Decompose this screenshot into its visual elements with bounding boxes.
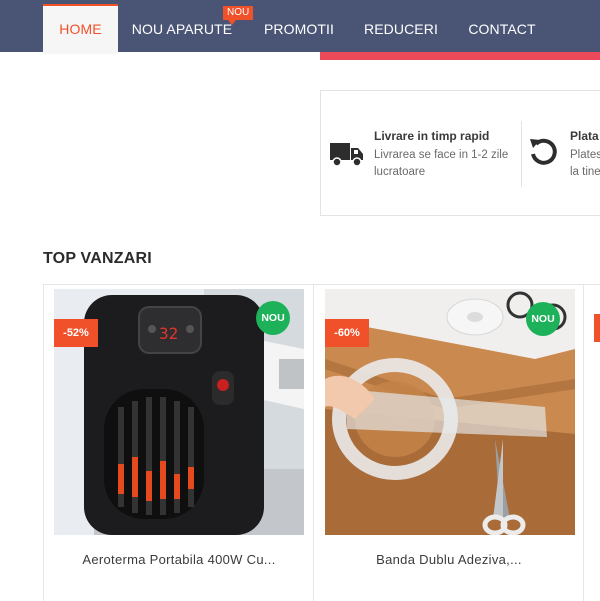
main-navigation: HOME NOU APARUTE PROMOTII REDUCERI CONTA… [0, 0, 600, 54]
nav-item-home[interactable]: HOME [43, 4, 118, 54]
new-badge: NOU [526, 302, 560, 336]
feature-desc-payment-line1: Plates [570, 149, 600, 161]
feature-divider [521, 121, 522, 187]
portable-heater-image[interactable]: 32 -52% NOU [54, 289, 304, 535]
features-box: Livrare in timp rapid Livrarea se face i… [320, 90, 600, 216]
feature-title-delivery: Livrare in timp rapid [374, 129, 490, 143]
discount-badge-partial [594, 314, 600, 342]
product-name[interactable]: Banda Dublu Adeziva,... [314, 552, 584, 567]
feature-desc-delivery-line1: Livrarea se face in 1-2 zile [374, 149, 509, 161]
new-badge: NOU [256, 301, 290, 335]
section-title: TOP VANZARI [43, 250, 152, 267]
feature-desc-delivery: Livrarea se face in 1-2 zile lucratoare [374, 147, 508, 181]
nav-item-contact[interactable]: CONTACT [462, 6, 542, 52]
truck-icon [330, 143, 363, 167]
nav-item-reduceri[interactable]: REDUCERI [362, 6, 440, 52]
return-arrow-icon [530, 138, 557, 165]
nav-new-badge: NOU [223, 6, 254, 20]
product-card[interactable]: -60% NOU Banda Dublu Adeziva,... [314, 285, 584, 601]
nav-new-badge-tip [228, 20, 236, 25]
double-sided-tape-image[interactable]: -60% NOU [325, 289, 575, 535]
discount-badge: -60% [325, 319, 369, 347]
feature-desc-delivery-line2: lucratoare [374, 166, 426, 178]
product-card[interactable]: 32 -52% NOU Aeroterma Portabila 400W Cu.… [44, 285, 314, 601]
svg-text:32: 32 [159, 324, 178, 343]
feature-title-payment: Plata [570, 129, 599, 143]
feature-desc-payment-line2: la tine [570, 166, 600, 178]
product-grid: 32 -52% NOU Aeroterma Portabila 400W Cu.… [43, 284, 600, 601]
nav-item-promotii[interactable]: PROMOTII [260, 6, 338, 52]
nav-item-nou-aparute[interactable]: NOU APARUTE [130, 6, 234, 52]
discount-badge: -52% [54, 319, 98, 347]
feature-desc-payment: Plates la tine [570, 147, 600, 181]
header-accent-strip [320, 52, 600, 60]
product-name[interactable]: Aeroterma Portabila 400W Cu... [44, 552, 314, 567]
